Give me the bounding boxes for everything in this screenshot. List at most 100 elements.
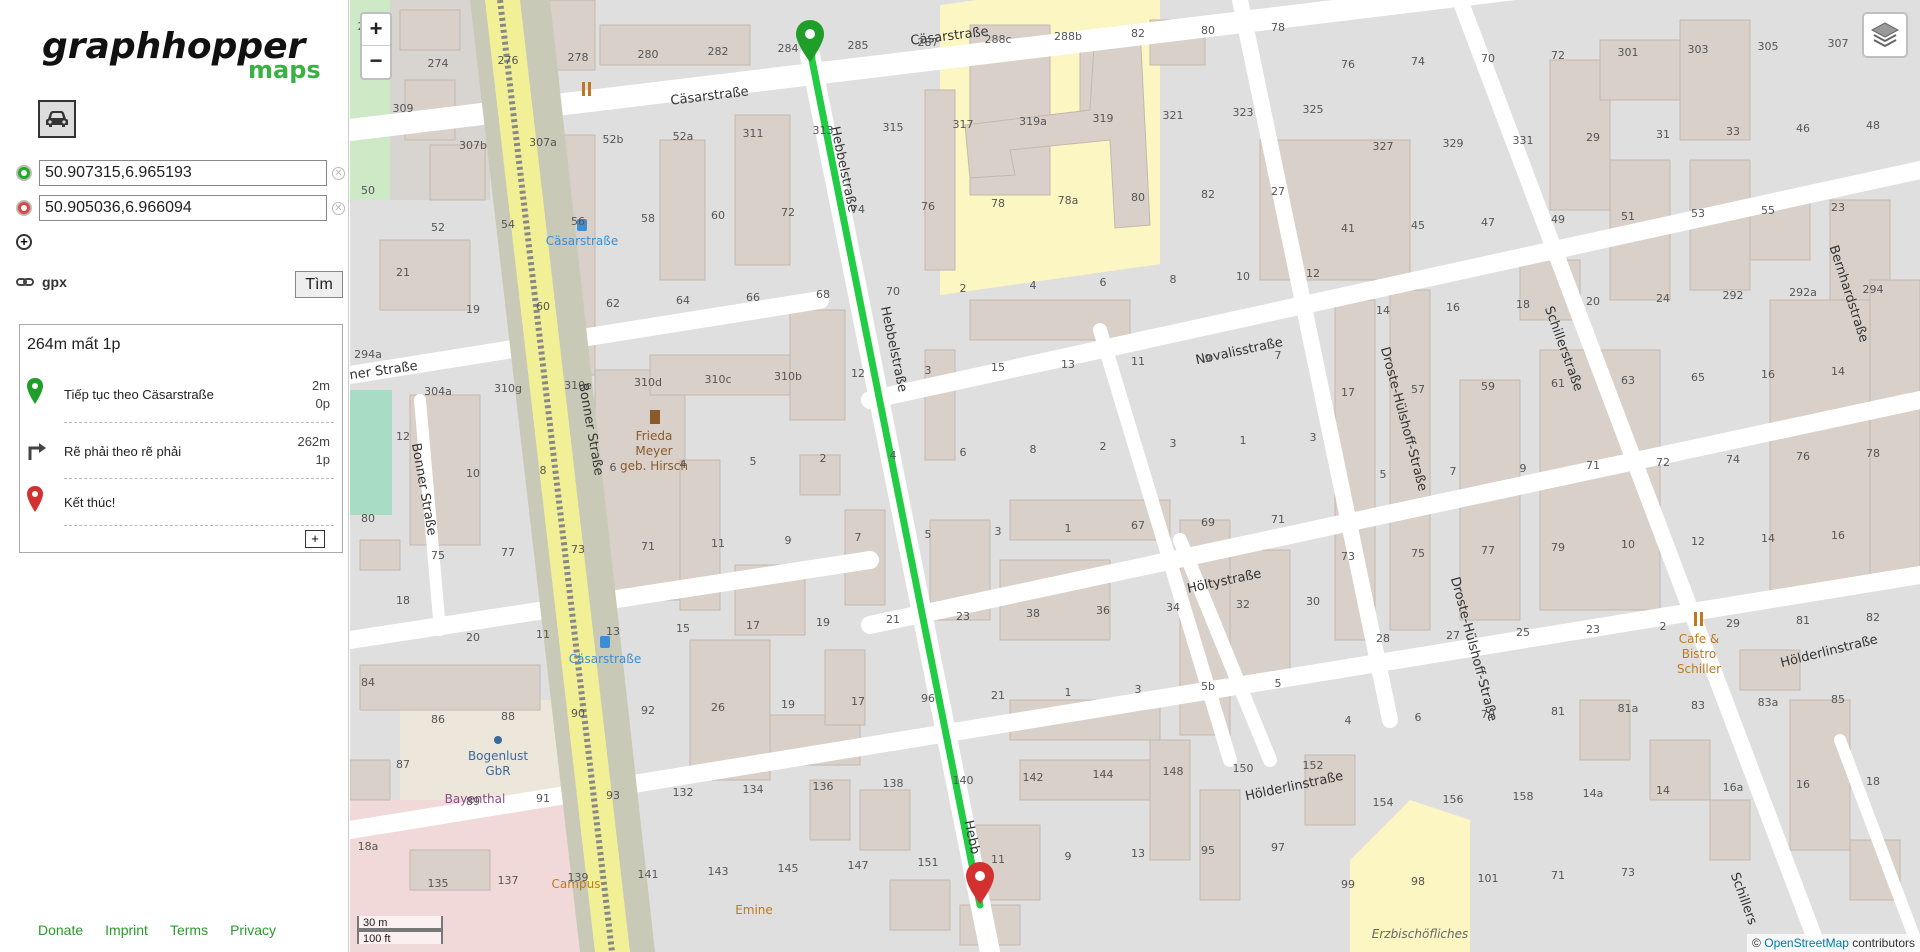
house-number: 86	[431, 713, 445, 726]
add-point-icon[interactable]: +	[16, 234, 32, 250]
house-number: 81	[1551, 705, 1565, 718]
house-number: 2	[1100, 440, 1107, 453]
house-number: 6	[1100, 276, 1107, 289]
house-number: 78	[1271, 21, 1285, 34]
house-number: 78	[1866, 447, 1880, 460]
house-number: 74	[851, 203, 865, 216]
osm-link[interactable]: OpenStreetMap	[1764, 936, 1849, 950]
terms-link[interactable]: Terms	[170, 922, 208, 938]
zoom-in-button[interactable]: +	[362, 14, 390, 46]
house-number: 18	[396, 594, 410, 607]
poi-label: Cafe &	[1679, 632, 1720, 646]
donate-link[interactable]: Donate	[38, 922, 83, 938]
house-number: 90	[571, 707, 585, 720]
poi-label: geb. Hirsch	[620, 459, 688, 473]
house-number: 150	[1233, 762, 1254, 775]
zoom-out-button[interactable]: −	[362, 46, 390, 77]
house-number: 11	[711, 537, 725, 550]
instruction-text: Tiếp tục theo Cäsarstraße	[64, 387, 214, 402]
house-number: 57	[1411, 383, 1425, 396]
instruction-item[interactable]: Kết thúc!	[20, 481, 342, 535]
house-number: 20	[1586, 295, 1600, 308]
house-number: 12	[1306, 267, 1320, 280]
house-number: 29	[1586, 131, 1600, 144]
house-number: 17	[1341, 386, 1355, 399]
instruction-divider	[64, 478, 334, 479]
gpx-label: gpx	[42, 274, 67, 290]
end-location-input[interactable]	[39, 195, 327, 221]
house-number: 9	[785, 534, 792, 547]
expand-instructions-button[interactable]: +	[305, 530, 325, 548]
house-number: 5	[750, 455, 757, 468]
turn-right-icon	[28, 443, 46, 460]
house-number: 70	[886, 285, 900, 298]
house-number: 17	[746, 619, 760, 632]
house-number: 5	[925, 528, 932, 541]
house-number: 80	[361, 512, 375, 525]
house-number: 45	[1411, 219, 1425, 232]
house-number: 23	[1586, 623, 1600, 636]
house-number: 317	[953, 118, 974, 131]
layers-button[interactable]	[1862, 12, 1908, 58]
house-number: 143	[708, 865, 729, 878]
remove-end-icon[interactable]: ✕	[332, 201, 345, 215]
house-number: 136	[813, 780, 834, 793]
house-number: 32	[1236, 598, 1250, 611]
house-number: 61	[1551, 377, 1565, 390]
house-number: 12	[1691, 535, 1705, 548]
house-number: 303	[1688, 43, 1709, 56]
house-number: 137	[498, 874, 519, 887]
house-number: 21	[396, 266, 410, 279]
imprint-link[interactable]: Imprint	[105, 922, 148, 938]
instruction-item[interactable]: Rẽ phải theo rẽ phải 262m 1p	[20, 425, 342, 479]
house-number: 3	[925, 364, 932, 377]
house-number: 139	[568, 871, 589, 884]
graphhopper-logo[interactable]: graphhopper maps	[40, 18, 330, 88]
house-number: 78	[991, 197, 1005, 210]
footer-links: Donate Imprint Terms Privacy	[38, 922, 276, 938]
house-number: 1	[1240, 434, 1247, 447]
house-number: 307a	[529, 136, 557, 149]
house-number: 29	[1726, 617, 1740, 630]
house-number: 93	[606, 789, 620, 802]
house-number: 310g	[494, 382, 522, 395]
house-number: 148	[1163, 765, 1184, 778]
house-number: 14	[1761, 532, 1775, 545]
house-number: 323	[1233, 106, 1254, 119]
search-button[interactable]: Tìm	[295, 271, 343, 298]
house-number: 319	[1093, 112, 1114, 125]
instruction-distance: 2m	[311, 378, 330, 393]
instruction-text: Rẽ phải theo rẽ phải	[64, 444, 182, 459]
map-tiles[interactable]: Cäsarstraße Cäsarstraße Bonner Straße Bo…	[350, 0, 1920, 952]
start-location-input[interactable]	[39, 160, 327, 186]
house-number: 27	[1271, 185, 1285, 198]
bogenlust-icon	[494, 736, 502, 744]
house-number: 11	[1131, 355, 1145, 368]
privacy-link[interactable]: Privacy	[230, 922, 276, 938]
house-number: 87	[396, 758, 410, 771]
car-vehicle-button[interactable]	[38, 100, 76, 138]
house-number: 8	[1170, 273, 1177, 286]
house-number: 13	[1061, 358, 1075, 371]
sidebar: graphhopper maps ✕ ✕ + gpx Tìm 264m mất …	[0, 0, 349, 952]
scale-imperial: 100 ft	[357, 930, 443, 945]
map-attribution: © OpenStreetMap contributors	[1747, 934, 1920, 952]
house-number: 92	[641, 704, 655, 717]
instruction-item[interactable]: Tiếp tục theo Cäsarstraße 2m 0p	[20, 369, 342, 423]
house-number: 132	[673, 786, 694, 799]
map-scale: 30 m 100 ft	[357, 916, 443, 945]
house-number: 135	[428, 877, 449, 890]
house-number: 12	[851, 367, 865, 380]
house-number: 79	[1481, 708, 1495, 721]
house-number: 41	[1341, 222, 1355, 235]
house-number: 83	[1691, 699, 1705, 712]
house-number: 25	[1516, 626, 1530, 639]
gpx-export[interactable]: gpx	[16, 274, 67, 290]
house-number: 154	[1373, 796, 1394, 809]
instruction-meta: 2m 0p	[312, 377, 330, 413]
remove-start-icon[interactable]: ✕	[332, 166, 345, 180]
house-number: 144	[1093, 768, 1114, 781]
map-canvas[interactable]: Cäsarstraße Cäsarstraße Bonner Straße Bo…	[350, 0, 1920, 952]
house-number: 156	[1443, 793, 1464, 806]
house-number: 9	[1205, 352, 1212, 365]
